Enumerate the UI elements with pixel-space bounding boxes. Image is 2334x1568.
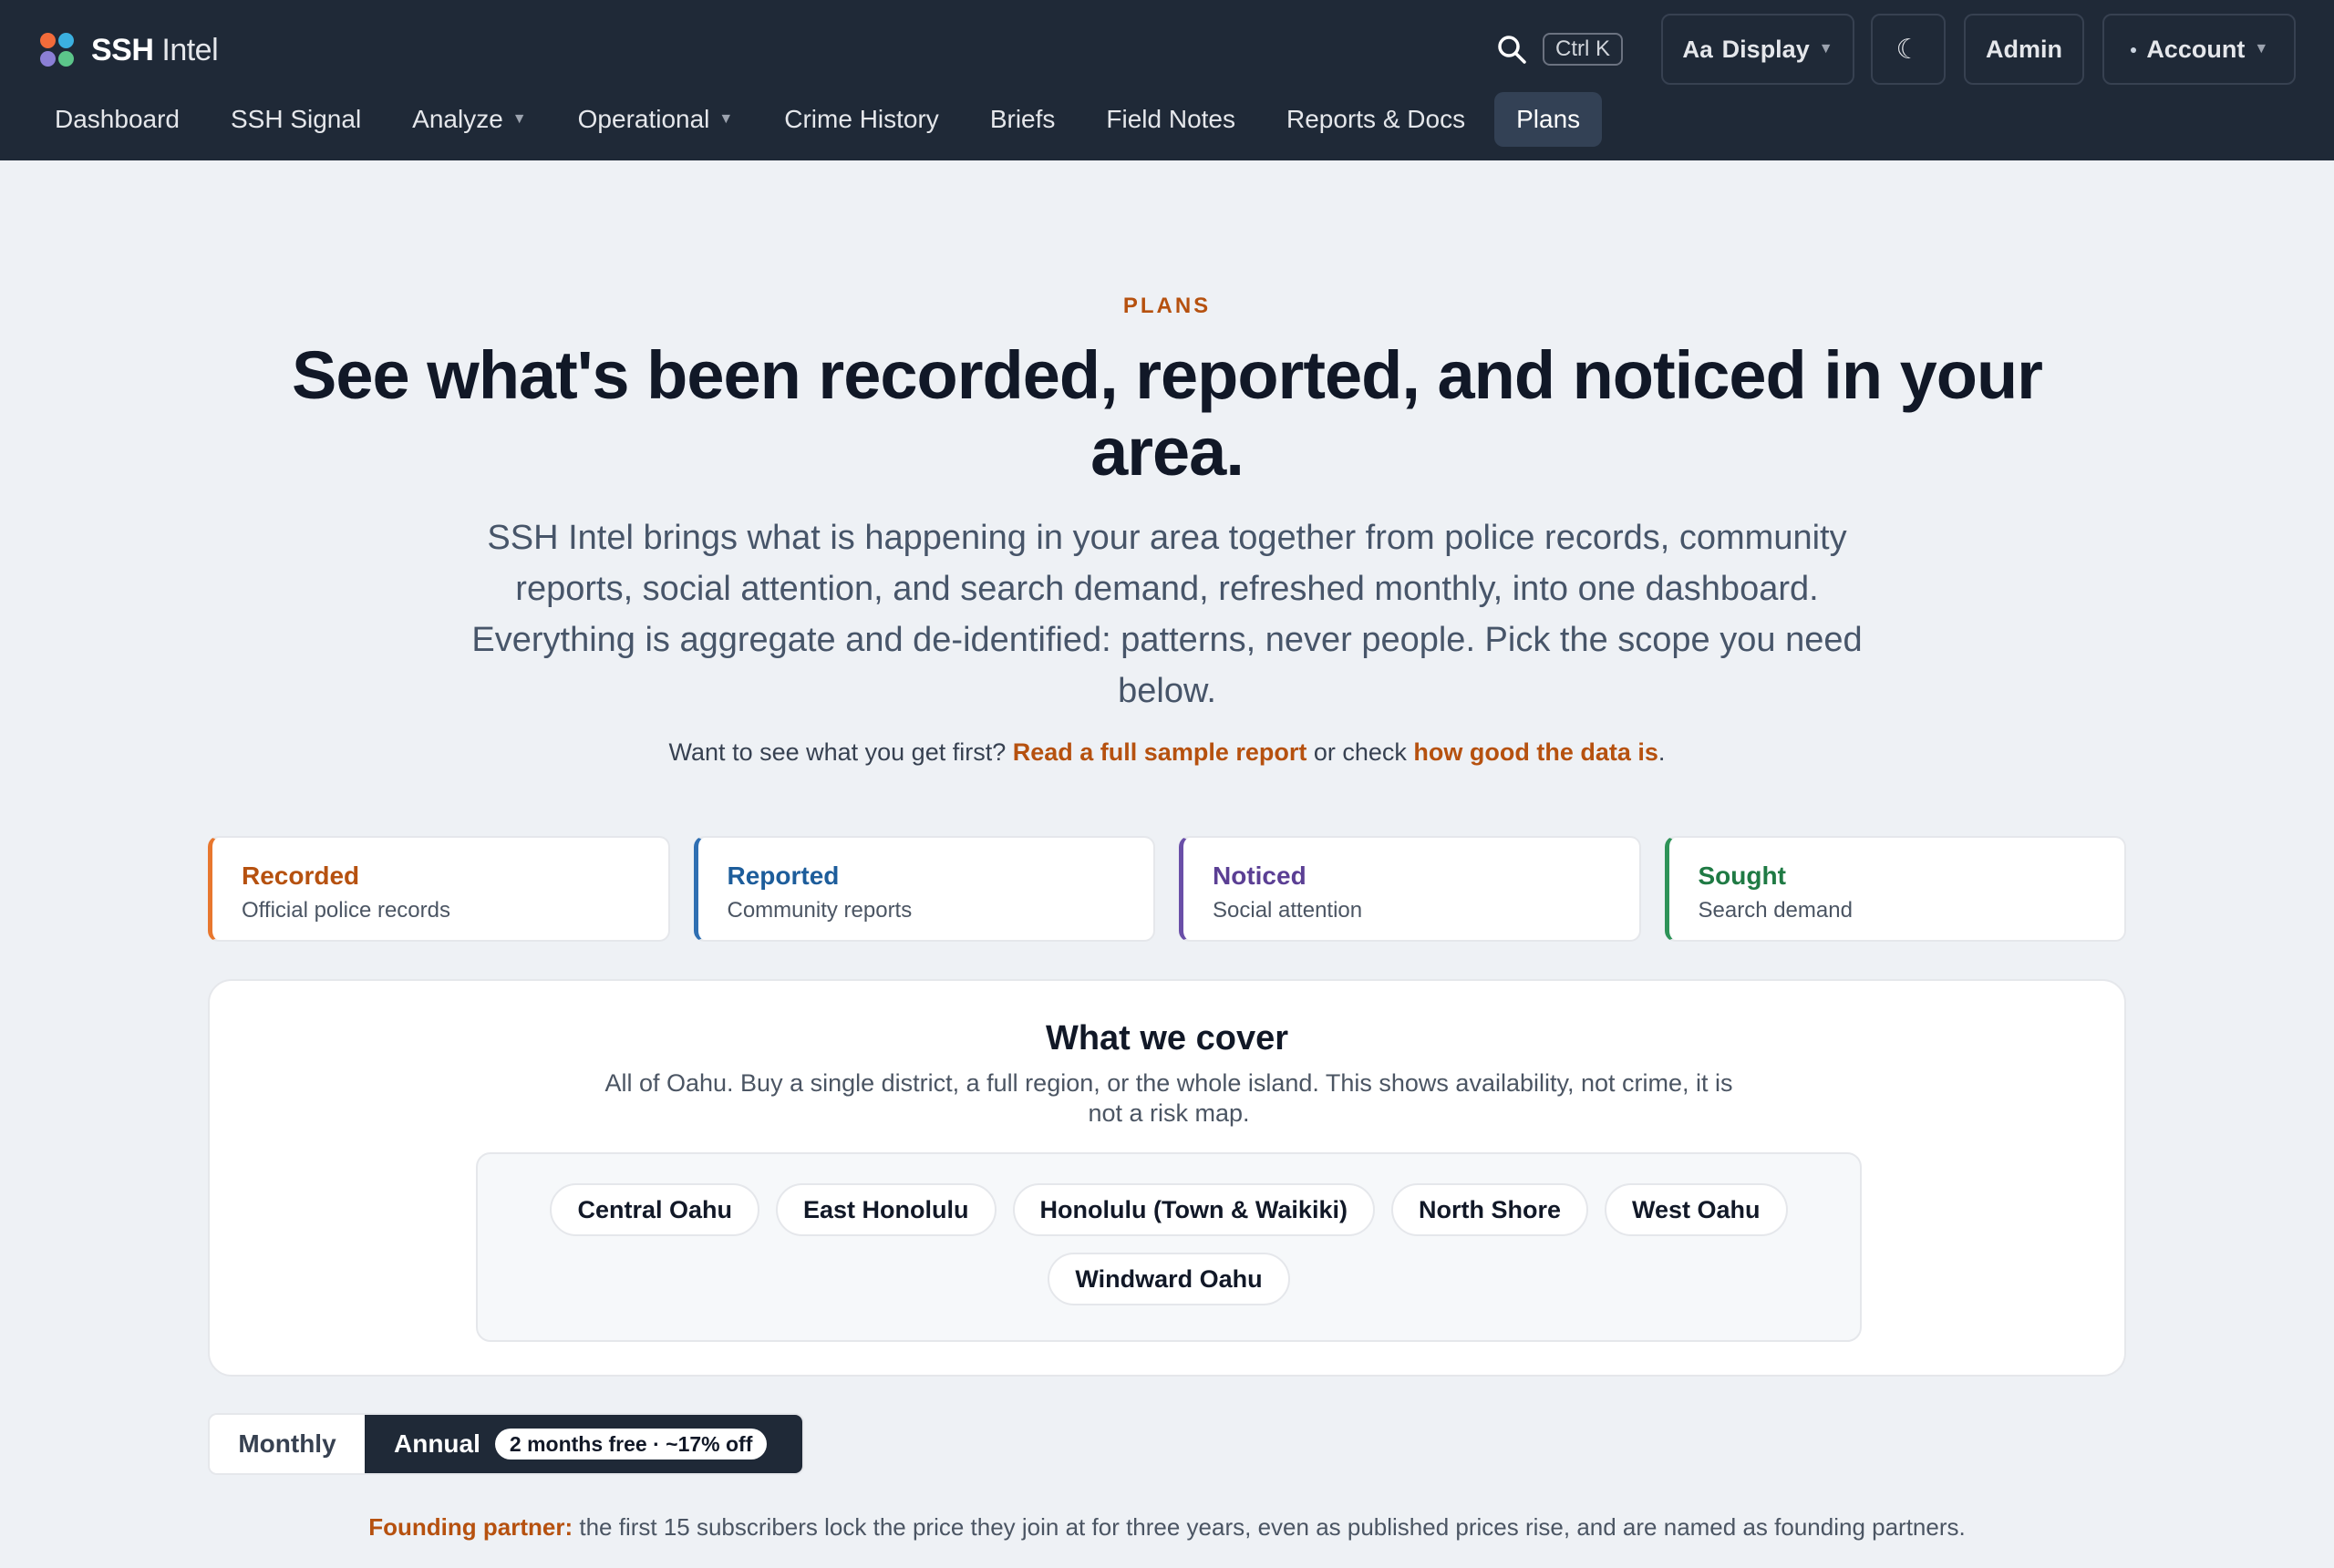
nav-item-operational[interactable]: Operational ▼ xyxy=(556,92,756,147)
source-card-desc: Community reports xyxy=(727,898,913,923)
nav-item-label: SSH Signal xyxy=(230,105,362,133)
search-shortcut-hint: Ctrl K xyxy=(1543,33,1623,66)
sample-cta-suffix: . xyxy=(1658,738,1666,766)
source-card-reported: Reported Community reports xyxy=(693,836,1155,942)
billing-period-toggle: Monthly Annual 2 months free · ~17% off xyxy=(208,1413,804,1475)
source-cards: Recorded Official police records Reporte… xyxy=(208,836,2126,942)
font-size-icon: Aa xyxy=(1682,35,1713,63)
source-card-desc: Search demand xyxy=(1698,898,1853,923)
source-card-title: Sought xyxy=(1698,861,1786,890)
brand-name-thin: Intel xyxy=(161,32,219,67)
nav-item-crime-history[interactable]: Crime History xyxy=(762,92,961,147)
source-card-desc: Social attention xyxy=(1213,898,1363,923)
chevron-down-icon: ▼ xyxy=(2254,41,2269,57)
source-card-title: Recorded xyxy=(242,861,360,890)
sample-report-link[interactable]: Read a full sample report xyxy=(1013,738,1307,766)
chevron-down-icon: ▼ xyxy=(1818,41,1833,57)
account-menu-button[interactable]: ● Account ▼ xyxy=(2102,14,2296,85)
source-card-noticed: Noticed Social attention xyxy=(1179,836,1641,942)
chevron-down-icon: ▼ xyxy=(718,111,734,127)
sample-cta-prefix: Want to see what you get first? xyxy=(668,738,1007,766)
nav-item-label: Operational xyxy=(577,105,710,133)
display-menu-button[interactable]: Aa Display ▼ xyxy=(1661,14,1854,85)
source-card-recorded: Recorded Official police records xyxy=(208,836,670,942)
brand-logo-icon xyxy=(40,33,75,67)
display-label: Display xyxy=(1721,35,1810,63)
founding-partner-lead: Founding partner: xyxy=(368,1513,573,1541)
page-subtitle: SSH Intel brings what is happening in yo… xyxy=(471,519,1863,710)
account-status-dot-icon: ● xyxy=(2129,42,2138,57)
admin-label: Admin xyxy=(1986,35,2062,63)
region-chip-windward-oahu[interactable]: Windward Oahu xyxy=(1048,1253,1290,1305)
source-card-title: Noticed xyxy=(1213,861,1306,890)
nav-item-label: Crime History xyxy=(784,105,939,133)
region-chip-central-oahu[interactable]: Central Oahu xyxy=(550,1183,759,1236)
nav-item-label: Reports & Docs xyxy=(1286,105,1466,133)
billing-annual-label: Annual xyxy=(394,1429,480,1458)
nav-item-analyze[interactable]: Analyze ▼ xyxy=(390,92,548,147)
page-eyebrow: PLANS xyxy=(1122,294,1212,318)
region-list: Central Oahu East Honolulu Honolulu (Tow… xyxy=(476,1152,1862,1342)
billing-monthly-option[interactable]: Monthly xyxy=(210,1415,365,1473)
nav-item-dashboard[interactable]: Dashboard xyxy=(33,92,201,147)
page-title: See what's been recorded, reported, and … xyxy=(292,337,2043,490)
coverage-panel: What we cover All of Oahu. Buy a single … xyxy=(208,979,2126,1377)
region-chip-west-oahu[interactable]: West Oahu xyxy=(1604,1183,1788,1236)
sample-cta: Want to see what you get first? Read a f… xyxy=(0,738,2334,767)
sample-cta-mid: or check xyxy=(1313,738,1407,766)
nav-item-label: Analyze xyxy=(412,105,503,133)
region-chip-east-honolulu[interactable]: East Honolulu xyxy=(776,1183,997,1236)
data-quality-link[interactable]: how good the data is xyxy=(1413,738,1658,766)
admin-button[interactable]: Admin xyxy=(1964,14,2084,85)
nav-item-field-notes[interactable]: Field Notes xyxy=(1084,92,1257,147)
annual-discount-badge: 2 months free · ~17% off xyxy=(494,1429,768,1460)
founding-partner-note: Founding partner: the first 15 subscribe… xyxy=(0,1513,2334,1542)
top-bar: SSH Intel Ctrl K Aa Display ▼ ☾ Admin ● … xyxy=(0,0,2334,160)
moon-icon: ☾ xyxy=(1895,34,1921,65)
brand-name: SSH Intel xyxy=(91,32,219,68)
region-chip-honolulu-town-waikiki[interactable]: Honolulu (Town & Waikiki) xyxy=(1012,1183,1375,1236)
nav-item-label: Dashboard xyxy=(55,105,180,133)
billing-annual-option[interactable]: Annual 2 months free · ~17% off xyxy=(365,1415,802,1473)
founding-partner-text: the first 15 subscribers lock the price … xyxy=(579,1513,1966,1541)
coverage-description: All of Oahu. Buy a single district, a fu… xyxy=(604,1069,1733,1127)
nav-item-label: Field Notes xyxy=(1106,105,1236,133)
nav-item-label: Plans xyxy=(1516,105,1581,133)
source-card-title: Reported xyxy=(727,861,840,890)
region-chip-north-shore[interactable]: North Shore xyxy=(1390,1183,1588,1236)
main-nav: Dashboard SSH Signal Analyze ▼ Operationa… xyxy=(33,92,1603,147)
source-card-sought: Sought Search demand xyxy=(1664,836,2126,942)
account-label: Account xyxy=(2146,35,2246,63)
chevron-down-icon: ▼ xyxy=(511,111,527,127)
nav-item-ssh-signal[interactable]: SSH Signal xyxy=(209,92,383,147)
theme-toggle-button[interactable]: ☾ xyxy=(1871,14,1946,85)
source-card-desc: Official police records xyxy=(242,898,450,923)
nav-item-label: Briefs xyxy=(989,105,1056,133)
nav-item-briefs[interactable]: Briefs xyxy=(968,92,1078,147)
search-icon[interactable] xyxy=(1495,33,1528,66)
nav-item-reports-docs[interactable]: Reports & Docs xyxy=(1265,92,1487,147)
coverage-title: What we cover xyxy=(1045,1019,1289,1057)
brand[interactable]: SSH Intel xyxy=(40,27,219,73)
nav-item-plans[interactable]: Plans xyxy=(1494,92,1603,147)
brand-name-bold: SSH xyxy=(91,32,154,67)
